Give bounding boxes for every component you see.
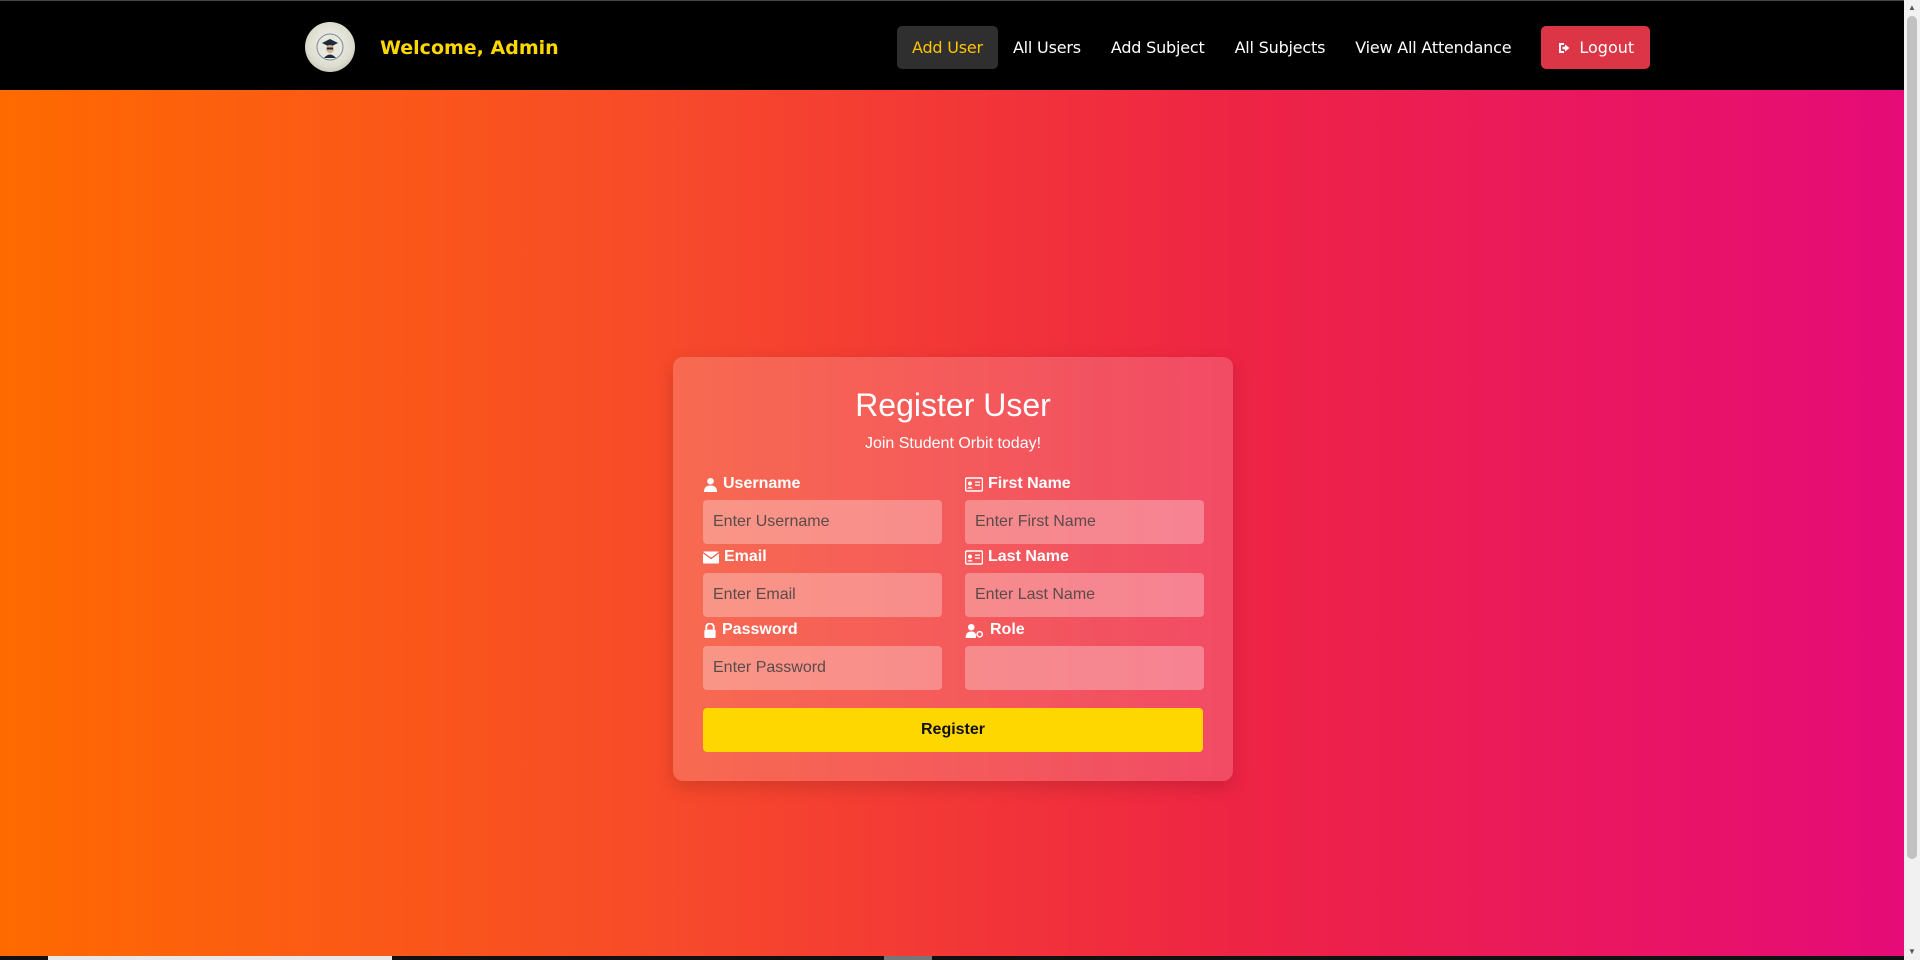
graduate-icon bbox=[316, 33, 344, 61]
logout-button[interactable]: Logout bbox=[1541, 26, 1651, 69]
avatar[interactable] bbox=[305, 22, 355, 72]
role-label: Role bbox=[990, 621, 1025, 638]
page-subtitle: Join Student Orbit today! bbox=[864, 435, 1042, 452]
scrollbar-thumb[interactable] bbox=[1907, 16, 1917, 859]
nav-add-user[interactable]: Add User bbox=[897, 26, 998, 69]
password-group: Password bbox=[703, 620, 942, 690]
username-group: Username bbox=[703, 474, 942, 544]
logout-label: Logout bbox=[1579, 38, 1635, 57]
role-group: Role bbox=[965, 620, 1204, 690]
last-name-label: Last Name bbox=[988, 548, 1069, 565]
first-name-label: First Name bbox=[988, 475, 1071, 492]
last-name-group: Last Name bbox=[965, 547, 1204, 617]
nav-add-subject[interactable]: Add Subject bbox=[1096, 26, 1220, 69]
last-name-input[interactable] bbox=[965, 573, 1204, 617]
first-name-group: First Name bbox=[965, 474, 1204, 544]
register-card: Register User Join Student Orbit today! … bbox=[673, 357, 1233, 781]
id-card-icon bbox=[965, 476, 983, 492]
scroll-down-icon[interactable]: ▼ bbox=[1907, 947, 1917, 957]
nav-all-users[interactable]: All Users bbox=[998, 26, 1096, 69]
envelope-icon bbox=[703, 551, 719, 563]
email-group: Email bbox=[703, 547, 942, 617]
email-label: Email bbox=[724, 548, 767, 565]
role-input[interactable] bbox=[965, 646, 1204, 690]
scroll-up-icon[interactable]: ▲ bbox=[1907, 3, 1917, 13]
username-input[interactable] bbox=[703, 500, 942, 544]
user-icon bbox=[703, 477, 718, 492]
register-button[interactable]: Register bbox=[703, 708, 1203, 752]
welcome-text: Welcome, Admin bbox=[380, 37, 559, 59]
id-card-icon bbox=[965, 549, 983, 565]
nav-links: Add User All Users Add Subject All Subje… bbox=[897, 26, 1651, 69]
sign-out-icon bbox=[1559, 42, 1570, 53]
page-title: Register User bbox=[855, 387, 1051, 423]
vertical-scrollbar[interactable]: ▲ ▼ bbox=[1904, 0, 1920, 960]
top-navbar: Welcome, Admin Add User All Users Add Su… bbox=[0, 0, 1904, 90]
lock-icon bbox=[704, 622, 716, 638]
nav-all-subjects[interactable]: All Subjects bbox=[1220, 26, 1341, 69]
first-name-input[interactable] bbox=[965, 500, 1204, 544]
password-input[interactable] bbox=[703, 646, 942, 690]
password-label: Password bbox=[722, 621, 798, 638]
username-label: Username bbox=[723, 475, 801, 492]
user-key-icon bbox=[965, 623, 984, 638]
email-input[interactable] bbox=[703, 573, 942, 617]
nav-view-all-attendance[interactable]: View All Attendance bbox=[1340, 26, 1526, 69]
bottom-strip bbox=[0, 956, 1904, 960]
